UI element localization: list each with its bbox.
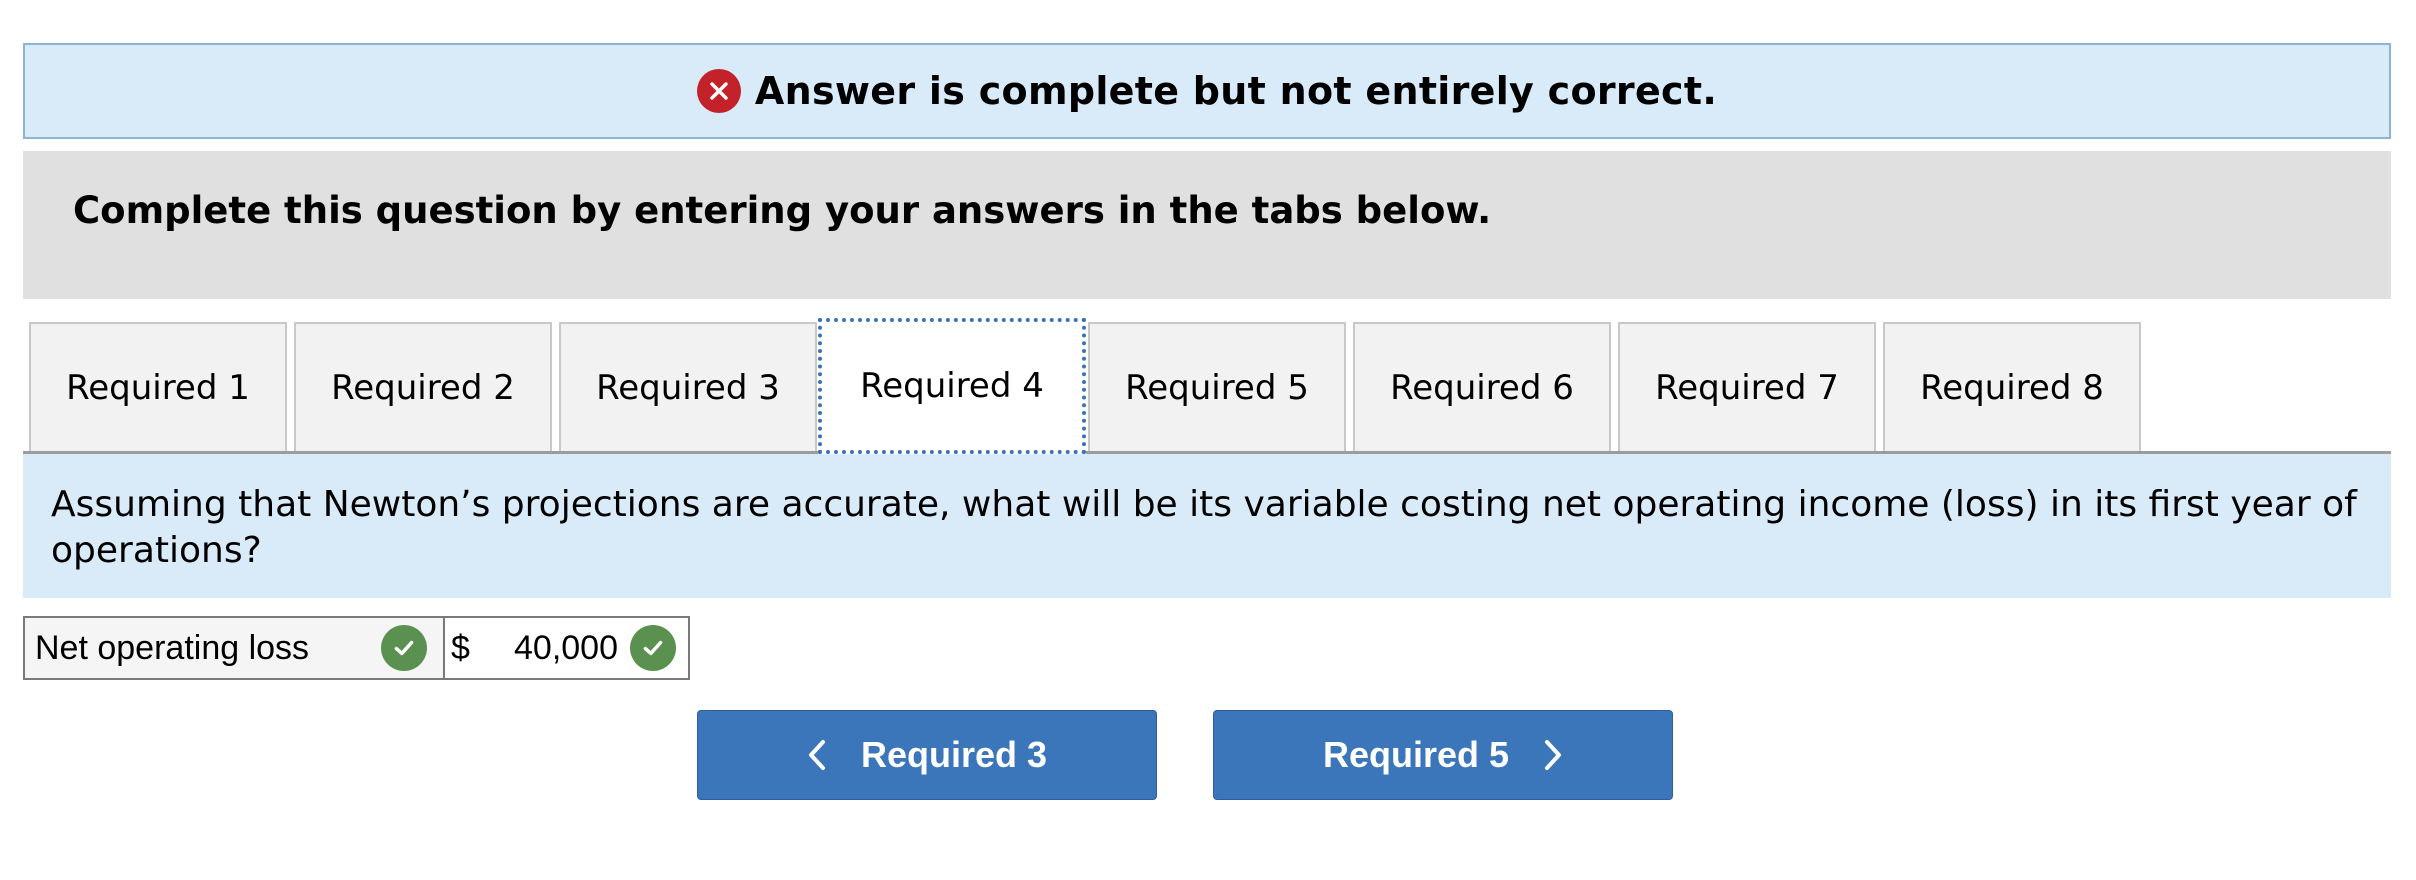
answer-label: Net operating loss	[35, 628, 310, 667]
tab-label: Required 2	[331, 367, 515, 408]
result-message: Answer is complete but not entirely corr…	[754, 69, 1718, 113]
tab-required-6[interactable]: Required 6	[1353, 322, 1611, 451]
answer-value-field[interactable]: $ 40,000	[445, 618, 688, 678]
instruction-text: Complete this question by entering your …	[23, 151, 2391, 299]
tab-required-7[interactable]: Required 7	[1618, 322, 1876, 451]
next-required-button[interactable]: Required 5	[1213, 710, 1673, 800]
tab-required-2[interactable]: Required 2	[294, 322, 552, 451]
chevron-right-icon	[1543, 739, 1563, 771]
tab-required-8[interactable]: Required 8	[1883, 322, 2141, 451]
tab-label: Required 7	[1655, 367, 1839, 408]
tab-label: Required 6	[1390, 367, 1574, 408]
tab-label: Required 1	[66, 367, 250, 408]
check-circle-icon	[630, 625, 676, 671]
tab-required-5[interactable]: Required 5	[1088, 322, 1346, 451]
x-circle-icon	[696, 69, 741, 113]
tab-label: Required 8	[1920, 367, 2104, 408]
tab-required-3[interactable]: Required 3	[559, 322, 817, 451]
tab-label: Required 5	[1125, 367, 1309, 408]
tab-required-4[interactable]: Required 4	[818, 318, 1086, 454]
prev-button-label: Required 3	[860, 734, 1048, 775]
question-text: Assuming that Newton’s projections are a…	[23, 454, 2391, 598]
next-button-label: Required 5	[1322, 734, 1510, 775]
answer-value: 40,000	[514, 628, 618, 667]
currency-symbol: $	[451, 628, 470, 667]
tab-label: Required 4	[860, 366, 1044, 406]
tab-required-1[interactable]: Required 1	[29, 322, 287, 451]
result-banner: Answer is complete but not entirely corr…	[23, 43, 2391, 139]
check-circle-icon	[381, 625, 427, 671]
answer-row: Net operating loss $ 40,000	[23, 616, 690, 680]
answer-label-cell[interactable]: Net operating loss	[25, 618, 445, 678]
prev-required-button[interactable]: Required 3	[697, 710, 1157, 800]
chevron-left-icon	[807, 739, 827, 771]
tab-label: Required 3	[596, 367, 780, 408]
tab-bar: Required 1 Required 2 Required 3 Require…	[23, 318, 2391, 454]
